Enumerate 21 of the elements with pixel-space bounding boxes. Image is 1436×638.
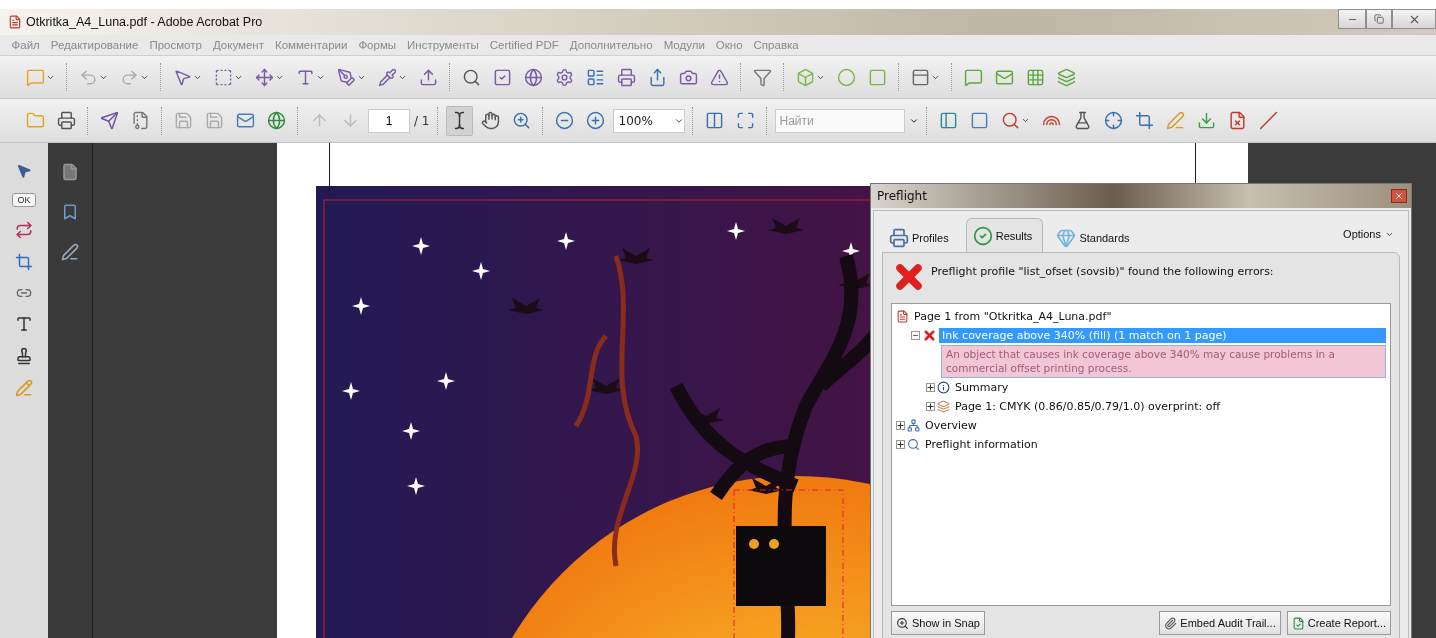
dialog-button[interactable]: Show in Snap bbox=[891, 611, 985, 635]
page-number-field[interactable]: 1 bbox=[368, 108, 410, 133]
error-description: An object that causes ink coverage above 340% may cause problems in a commercial offset printing process. bbox=[941, 345, 1386, 379]
tree-item[interactable]: Page 1 from "Otkritka_A4_Luna.pdf" bbox=[911, 309, 1115, 324]
search-field[interactable]: Найти bbox=[774, 108, 905, 133]
options-menu[interactable]: Options bbox=[1337, 227, 1400, 241]
dialog-title: Preflight bbox=[877, 189, 927, 203]
ok-button-tool[interactable]: OK bbox=[12, 193, 36, 207]
dialog-button[interactable]: Embed Audit Trail... bbox=[1159, 611, 1281, 635]
tab[interactable]: Profiles bbox=[882, 222, 960, 252]
tree-item[interactable]: Page 1: CMYK (0.86/0.85/0.79/1.0) overprint: off bbox=[952, 399, 1223, 415]
tree-item[interactable]: Summary bbox=[952, 380, 1012, 396]
tree-item[interactable]: Preflight information bbox=[922, 437, 1041, 453]
window-title: Otkritka_A4_Luna.pdf - Adobe Acrobat Pro bbox=[26, 15, 263, 29]
tab[interactable]: Standards bbox=[1049, 222, 1141, 252]
result-message: Preflight profile "list_ofset (sovsib)" found the following errors: bbox=[931, 265, 1274, 278]
dialog-button[interactable]: Create Report... bbox=[1286, 611, 1391, 635]
page-count: / 1 bbox=[414, 113, 430, 128]
zoom-field[interactable]: 100% bbox=[612, 108, 685, 133]
tab[interactable]: Results bbox=[965, 218, 1044, 252]
tree-item[interactable]: Overview bbox=[922, 418, 980, 434]
